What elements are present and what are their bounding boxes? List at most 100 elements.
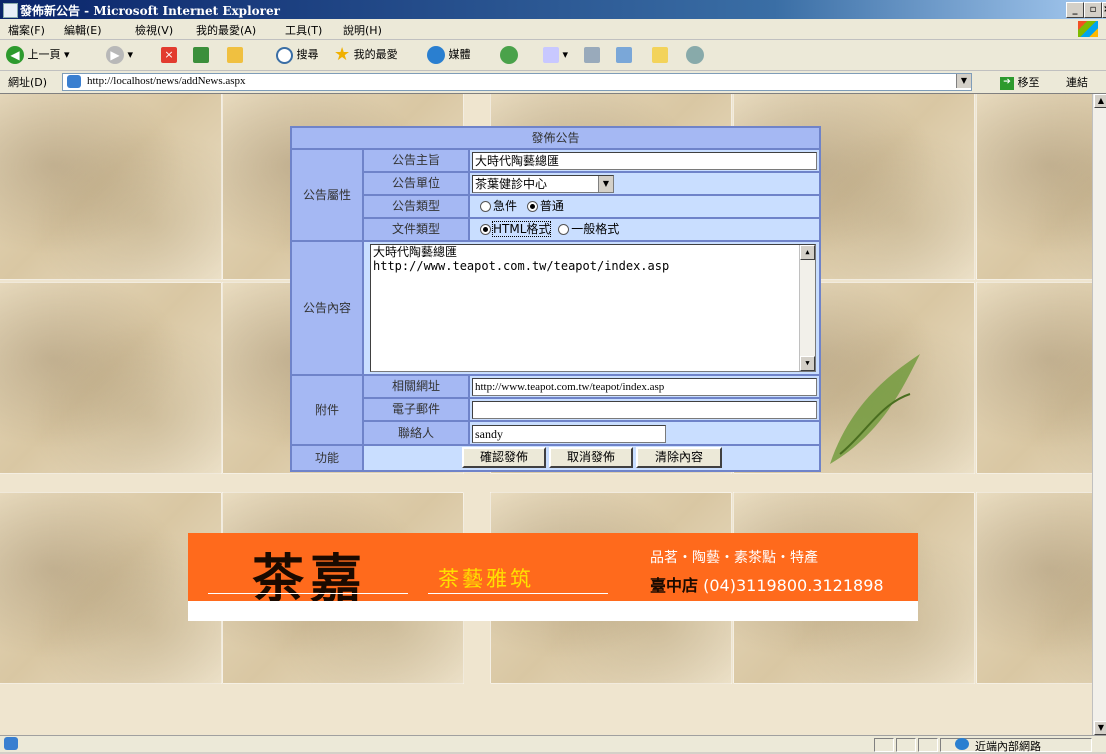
- scroll-up-icon[interactable]: ▲: [1094, 94, 1106, 108]
- doc-html-radio[interactable]: [480, 224, 491, 235]
- type-normal-radio[interactable]: [526, 201, 538, 212]
- menu-file[interactable]: 檔案(F): [8, 22, 45, 38]
- subject-input[interactable]: 大時代陶藝總匯: [472, 152, 817, 170]
- ie-page-icon: [67, 75, 81, 88]
- address-label: 網址(D): [8, 76, 48, 89]
- go-button[interactable]: ➔ 移至: [1000, 74, 1040, 90]
- home-button[interactable]: [227, 45, 243, 65]
- doc-plain-radio[interactable]: [558, 224, 570, 235]
- type-urgent-label: 急件: [493, 199, 518, 213]
- banner-branch: 臺中店: [650, 576, 699, 595]
- content-label: 公告內容: [291, 241, 363, 375]
- background-tile: [0, 282, 222, 474]
- maximize-button[interactable]: ▫: [1084, 2, 1102, 18]
- messenger-button[interactable]: [686, 45, 704, 65]
- banner-products: 品茗・陶藝・素茶點・特產: [650, 550, 818, 566]
- email-input[interactable]: [472, 401, 817, 419]
- content-textarea[interactable]: 大時代陶藝總匯 http://www.teapot.com.tw/teapot/…: [370, 244, 816, 372]
- close-button[interactable]: ×: [1102, 2, 1106, 18]
- history-button[interactable]: [500, 45, 518, 65]
- links-button[interactable]: 連結: [1066, 74, 1088, 90]
- doc-type-label: 文件類型: [363, 218, 469, 241]
- url-cell: http://www.teapot.com.tw/teapot/index.as…: [469, 375, 820, 398]
- folder-icon: [652, 47, 668, 63]
- tea-leaf-image: [830, 354, 920, 464]
- contact-label: 聯絡人: [363, 421, 469, 445]
- print-button[interactable]: [584, 45, 600, 65]
- contact-input[interactable]: sandy: [472, 425, 666, 443]
- background-tile: [976, 282, 1092, 474]
- cancel-publish-button[interactable]: 取消發佈: [549, 447, 633, 468]
- home-icon: [227, 47, 243, 63]
- stop-button[interactable]: ×: [161, 45, 177, 65]
- address-bar: 網址(D) http://localhost/news/addNews.aspx…: [0, 71, 1106, 94]
- search-icon: [276, 46, 293, 64]
- group-attributes-label: 公告屬性: [291, 149, 363, 241]
- folder-button[interactable]: [652, 45, 668, 65]
- confirm-publish-button[interactable]: 確認發佈: [462, 447, 546, 468]
- type-normal-label: 普通: [539, 199, 564, 213]
- chevron-down-icon[interactable]: ▼: [598, 176, 613, 192]
- function-cell: 確認發佈 取消發佈 清除內容: [363, 445, 820, 471]
- zone-section: 近端內部網路: [940, 738, 1092, 753]
- search-label: 搜尋: [296, 48, 319, 61]
- forward-button[interactable]: ▶ ▾: [106, 45, 133, 65]
- content-line: 大時代陶藝總匯: [373, 245, 458, 259]
- ie-page-icon: [3, 3, 18, 18]
- refresh-button[interactable]: [193, 45, 209, 65]
- messenger-icon: [686, 46, 704, 64]
- mail-button[interactable]: ▾: [543, 45, 568, 65]
- refresh-icon: [193, 47, 209, 63]
- media-button[interactable]: 媒體: [427, 45, 471, 65]
- menu-bar: 檔案(F) 編輯(E) 檢視(V) 我的最愛(A) 工具(T) 說明(H): [0, 19, 1106, 40]
- url-input[interactable]: http://www.teapot.com.tw/teapot/index.as…: [472, 378, 817, 396]
- back-button[interactable]: ◀ 上一頁 ▾: [6, 45, 70, 65]
- menu-view[interactable]: 檢視(V): [135, 22, 173, 38]
- scroll-down-icon[interactable]: ▼: [1094, 721, 1106, 735]
- email-cell: [469, 398, 820, 421]
- title-bar: 發佈新公告 - Microsoft Internet Explorer _ ▫ …: [0, 0, 1106, 19]
- star-icon: ★: [334, 44, 351, 65]
- favorites-button[interactable]: ★ 我的最愛: [334, 45, 398, 65]
- address-input[interactable]: http://localhost/news/addNews.aspx ▼: [62, 73, 972, 91]
- type-urgent-radio[interactable]: [480, 201, 491, 212]
- subject-cell: 大時代陶藝總匯: [469, 149, 820, 172]
- background-tile: [976, 492, 1092, 684]
- search-button[interactable]: 搜尋: [276, 45, 319, 65]
- clear-content-button[interactable]: 清除內容: [636, 447, 722, 468]
- page-scrollbar[interactable]: ▲ ▼: [1092, 94, 1106, 735]
- standard-toolbar: ◀ 上一頁 ▾ ▶ ▾ × 搜尋 ★ 我的最愛 媒體 ▾: [0, 40, 1106, 71]
- menu-tools[interactable]: 工具(T): [285, 22, 322, 38]
- email-label: 電子郵件: [363, 398, 469, 421]
- mail-icon: [543, 47, 559, 63]
- history-icon: [500, 46, 518, 64]
- contact-cell: sandy: [469, 421, 820, 445]
- minimize-button[interactable]: _: [1066, 2, 1084, 18]
- doc-html-label: HTML格式: [491, 221, 552, 237]
- back-label: 上一頁: [27, 48, 61, 61]
- status-section: [874, 738, 894, 752]
- address-dropdown-icon[interactable]: ▼: [956, 74, 971, 88]
- windows-logo-icon: [1078, 21, 1098, 37]
- background-tile: [976, 94, 1092, 280]
- menu-help[interactable]: 說明(H): [343, 22, 382, 38]
- banner-contact: 臺中店 (04)3119800.3121898: [650, 572, 884, 596]
- unit-select[interactable]: 茶葉健診中心 ▼: [472, 175, 614, 193]
- type-label: 公告類型: [363, 195, 469, 218]
- banner-logo: 茶嘉: [252, 549, 369, 601]
- forward-arrow-icon: ▶: [106, 46, 124, 64]
- textarea-scrollbar[interactable]: ▲ ▼: [799, 245, 815, 371]
- go-arrow-icon: ➔: [1000, 76, 1014, 90]
- store-banner: 茶嘉 茶藝雅筑 品茗・陶藝・素茶點・特產 臺中店 (04)3119800.312…: [188, 533, 918, 601]
- doc-type-radio-group: HTML格式 一般格式: [469, 218, 820, 241]
- scroll-down-icon[interactable]: ▼: [800, 356, 815, 371]
- banner-phone: (04)3119800.3121898: [703, 576, 884, 595]
- doc-plain-label: 一般格式: [571, 222, 620, 236]
- menu-favorites[interactable]: 我的最愛(A): [196, 22, 256, 38]
- background-tile: [0, 94, 222, 280]
- function-label: 功能: [291, 445, 363, 471]
- scroll-up-icon[interactable]: ▲: [800, 245, 815, 260]
- announcement-form: 發佈公告 公告屬性 公告主旨 大時代陶藝總匯 公告單位 茶葉健診中心 ▼ 公告類…: [290, 126, 821, 472]
- menu-edit[interactable]: 編輯(E): [64, 22, 102, 38]
- edit-button[interactable]: [616, 45, 632, 65]
